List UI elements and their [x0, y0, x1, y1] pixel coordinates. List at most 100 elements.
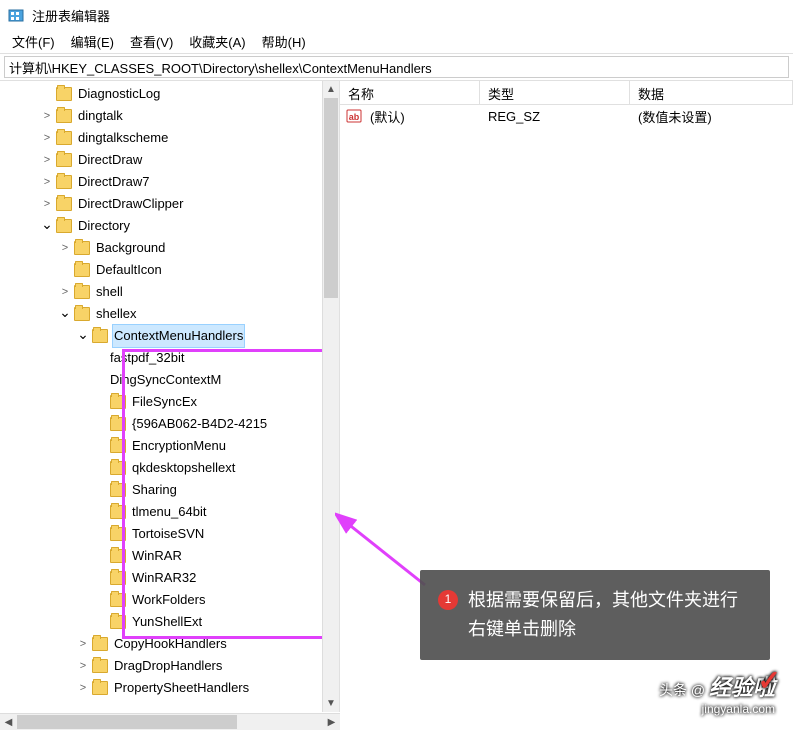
tree-item[interactable]: WorkFolders	[4, 589, 339, 611]
chevron-right-icon[interactable]: >	[40, 127, 54, 149]
folder-icon	[110, 527, 126, 541]
watermark-site: jingyanla.com	[702, 702, 775, 716]
menu-file[interactable]: 文件(F)	[4, 30, 63, 53]
tree-label: dingtalkscheme	[76, 127, 170, 149]
tree-label: DirectDrawClipper	[76, 193, 185, 215]
scroll-left-icon[interactable]: ◀	[0, 714, 17, 730]
tree-item[interactable]: >DragDropHandlers	[4, 655, 339, 677]
chevron-right-icon[interactable]: >	[58, 237, 72, 259]
tree-item[interactable]: WinRAR32	[4, 567, 339, 589]
folder-icon	[110, 549, 126, 563]
folder-icon	[110, 417, 126, 431]
folder-icon	[74, 307, 90, 321]
scroll-up-icon[interactable]: ▲	[323, 81, 339, 98]
tree-item[interactable]: > PropertySheetHandlers	[4, 677, 339, 699]
menu-view[interactable]: 查看(V)	[122, 30, 181, 53]
tree-label: Sharing	[130, 479, 179, 501]
tree-item[interactable]: >DirectDraw	[4, 149, 339, 171]
tree-item[interactable]: > dingtalk	[4, 105, 339, 127]
callout-text: 根据需要保留后，其他文件夹进行右键单击删除	[468, 586, 752, 644]
tree-item[interactable]: Sharing	[4, 479, 339, 501]
tree-label: Directory	[76, 215, 132, 237]
tree-label: PropertySheetHandlers	[112, 677, 251, 699]
chevron-down-icon[interactable]: ⌄	[76, 323, 90, 345]
folder-icon	[56, 197, 72, 211]
menu-favorites[interactable]: 收藏夹(A)	[181, 30, 253, 53]
chevron-right-icon[interactable]: >	[40, 149, 54, 171]
tree-hscrollbar[interactable]: ◀ ▶	[0, 713, 340, 730]
titlebar: 注册表编辑器	[0, 0, 793, 30]
folder-icon	[56, 109, 72, 123]
folder-icon	[110, 439, 126, 453]
tree-item[interactable]: YunShellExt	[4, 611, 339, 633]
col-name[interactable]: 名称	[340, 81, 480, 104]
col-data[interactable]: 数据	[630, 81, 793, 104]
watermark: 头条 @ 经验啦 ✓ jingyanla.com	[659, 670, 775, 716]
folder-icon	[92, 681, 108, 695]
tree-item[interactable]: DiagnosticLog	[4, 83, 339, 105]
tree-label: CopyHookHandlers	[112, 633, 229, 655]
folder-icon	[74, 241, 90, 255]
tree-label: shell	[94, 281, 125, 303]
chevron-right-icon[interactable]: >	[40, 193, 54, 215]
tree-item[interactable]: TortoiseSVN	[4, 523, 339, 545]
tree-item[interactable]: FileSyncEx	[4, 391, 339, 413]
tree-item[interactable]: ⌄ContextMenuHandlers	[4, 325, 339, 347]
tree-item[interactable]: > shell	[4, 281, 339, 303]
tree-item[interactable]: > DirectDrawClipper	[4, 193, 339, 215]
chevron-right-icon[interactable]: >	[76, 677, 90, 699]
hscroll-thumb[interactable]	[17, 715, 237, 729]
chevron-down-icon[interactable]: ⌄	[58, 301, 72, 323]
chevron-right-icon[interactable]: >	[40, 105, 54, 127]
chevron-right-icon[interactable]: >	[58, 281, 72, 303]
hscroll-track[interactable]	[17, 714, 323, 730]
scroll-track[interactable]	[323, 98, 339, 695]
tree-item[interactable]: fastpdf_32bit	[4, 347, 339, 369]
scroll-down-icon[interactable]: ▼	[323, 695, 339, 712]
tree-item[interactable]: > dingtalkscheme	[4, 127, 339, 149]
tree-label: TortoiseSVN	[130, 523, 206, 545]
tree-vscrollbar[interactable]: ▲ ▼	[322, 81, 339, 712]
menu-help[interactable]: 帮助(H)	[254, 30, 314, 53]
tree[interactable]: DiagnosticLog>dingtalk>dingtalkscheme>Di…	[0, 81, 339, 701]
tree-label: {596AB062-B4D2-4215	[130, 413, 269, 435]
tree-label: FileSyncEx	[130, 391, 199, 413]
addressbar[interactable]: 计算机\HKEY_CLASSES_ROOT\Directory\shellex\…	[4, 56, 789, 78]
tree-item[interactable]: qkdesktopshellext	[4, 457, 339, 479]
menubar: 文件(F) 编辑(E) 查看(V) 收藏夹(A) 帮助(H)	[0, 30, 793, 54]
app-icon	[8, 7, 24, 23]
tree-item[interactable]: ⌄ Directory	[4, 215, 339, 237]
chevron-down-icon[interactable]: ⌄	[40, 213, 54, 235]
tree-item[interactable]: {596AB062-B4D2-4215	[4, 413, 339, 435]
tree-label: fastpdf_32bit	[108, 347, 186, 369]
folder-icon	[56, 131, 72, 145]
scroll-thumb[interactable]	[324, 98, 338, 298]
col-type[interactable]: 类型	[480, 81, 630, 104]
menu-edit[interactable]: 编辑(E)	[63, 30, 122, 53]
folder-icon	[56, 219, 72, 233]
chevron-right-icon[interactable]: >	[40, 171, 54, 193]
tree-item[interactable]: EncryptionMenu	[4, 435, 339, 457]
tree-label: qkdesktopshellext	[130, 457, 237, 479]
folder-icon	[92, 637, 108, 651]
tree-item[interactable]: ⌄shellex	[4, 303, 339, 325]
tree-label: WorkFolders	[130, 589, 207, 611]
folder-icon	[56, 87, 72, 101]
tree-item[interactable]: >Background	[4, 237, 339, 259]
folder-icon	[110, 615, 126, 629]
tree-label: YunShellExt	[130, 611, 204, 633]
tree-pane: DiagnosticLog>dingtalk>dingtalkscheme>Di…	[0, 81, 340, 712]
tree-item[interactable]: tlmenu_64bit	[4, 501, 339, 523]
list-row[interactable]: ab (默认) REG_SZ (数值未设置)	[340, 105, 793, 127]
tree-item[interactable]: > CopyHookHandlers	[4, 633, 339, 655]
list-header: 名称 类型 数据	[340, 81, 793, 105]
folder-icon	[110, 593, 126, 607]
tree-item[interactable]: WinRAR	[4, 545, 339, 567]
tree-label: dingtalk	[76, 105, 125, 127]
tree-item[interactable]: >DirectDraw7	[4, 171, 339, 193]
tree-item[interactable]: DefaultIcon	[4, 259, 339, 281]
tree-item[interactable]: DingSyncContextM	[4, 369, 339, 391]
chevron-right-icon[interactable]: >	[76, 655, 90, 677]
chevron-right-icon[interactable]: >	[76, 633, 90, 655]
scroll-right-icon[interactable]: ▶	[323, 714, 340, 730]
